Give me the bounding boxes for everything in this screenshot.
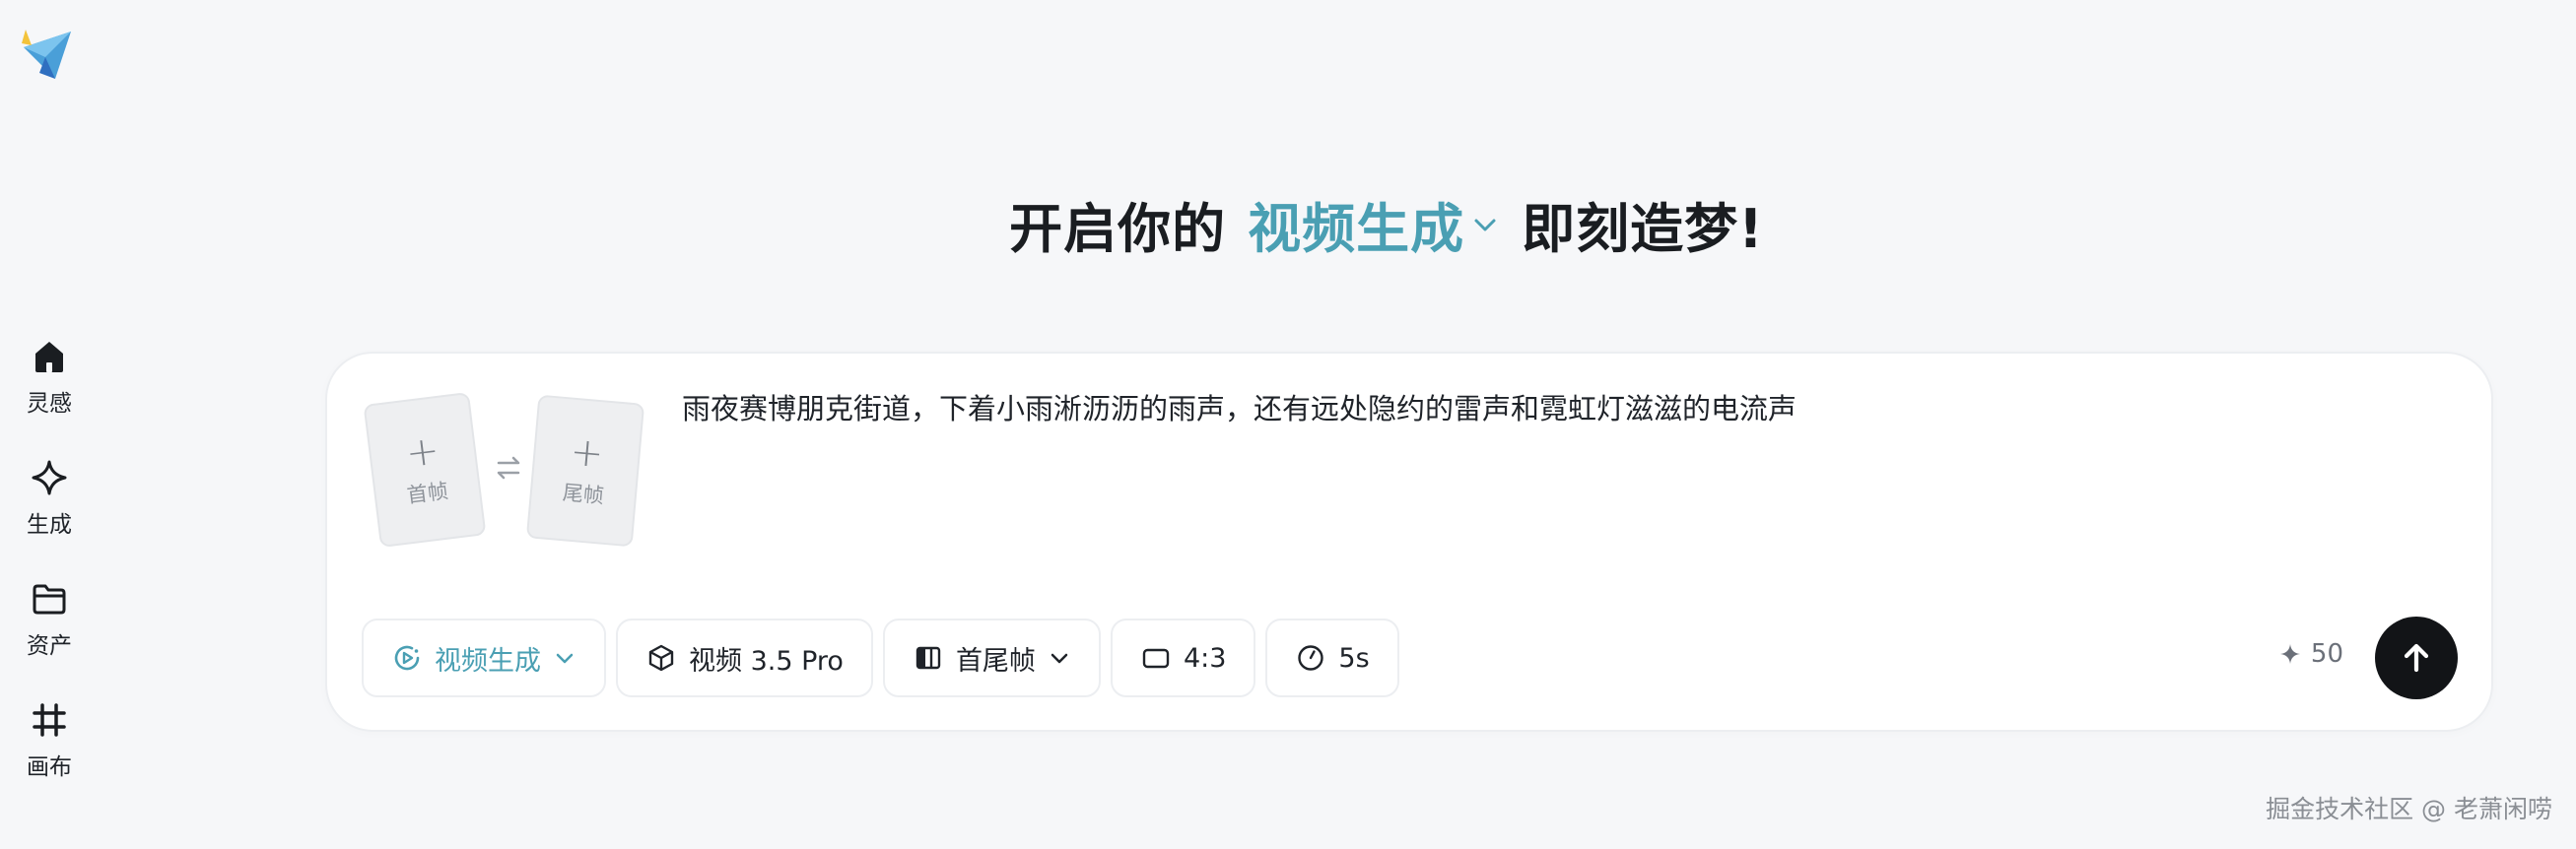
watermark: 掘金技术社区 @ 老萧闲唠: [2266, 795, 2552, 823]
sidebar-item-label: 资产: [27, 633, 72, 659]
mode-select[interactable]: 视频生成: [362, 619, 606, 697]
send-button[interactable]: [2375, 617, 2458, 699]
sidebar-item-inspiration[interactable]: 灵感: [8, 325, 91, 420]
aspect-ratio-icon: [1142, 648, 1170, 669]
home-icon: [35, 342, 63, 372]
generation-toolbar: 视频生成 视频 3.5 Pro 首尾帧 4:3 5s: [362, 619, 1399, 697]
swap-icon[interactable]: [493, 452, 524, 484]
frames-icon: [915, 646, 941, 670]
heading-mode-label: 视频生成: [1248, 198, 1465, 260]
aspect-ratio-label: 4:3: [1183, 642, 1227, 674]
first-frame-label: 首帧: [405, 479, 450, 508]
sidebar-item-assets[interactable]: 资产: [8, 567, 91, 662]
mode-select-label: 视频生成: [435, 645, 541, 677]
sidebar: 灵感 生成 资产 画布: [0, 0, 99, 849]
model-select[interactable]: 视频 3.5 Pro: [616, 619, 873, 697]
model-select-label: 视频 3.5 Pro: [689, 645, 844, 677]
sidebar-item-label: 画布: [27, 754, 72, 780]
prompt-input[interactable]: 雨夜赛博朋克街道，下着小雨淅沥沥的雨声，还有远处隐约的雷声和霓虹灯滋滋的电流声: [682, 389, 2436, 428]
sidebar-item-canvas[interactable]: 画布: [8, 688, 91, 783]
sparkle-icon: [2279, 644, 2300, 664]
arrow-up-icon: [2404, 643, 2429, 673]
heading-mode-dropdown[interactable]: 视频生成: [1248, 185, 1500, 263]
sparkle-icon: [32, 460, 67, 495]
page-heading: 开启你的 视频生成 即刻造梦!: [0, 185, 2576, 263]
plus-icon: +: [403, 427, 442, 478]
chevron-down-icon: [556, 653, 574, 664]
canvas-icon: [33, 703, 66, 737]
sidebar-item-label: 生成: [27, 512, 72, 538]
last-frame-label: 尾帧: [561, 481, 605, 508]
video-play-icon: [394, 645, 420, 671]
credits-value: 50: [2310, 639, 2343, 669]
plus-icon: +: [568, 428, 606, 478]
app-root: 灵感 生成 资产 画布 开启你的 视频生成 即刻造梦! + 首帧 + 尾帧 雨夜…: [0, 0, 2576, 849]
heading-prefix: 开启你的: [1009, 198, 1227, 260]
timer-icon: [1298, 645, 1324, 671]
sidebar-item-label: 灵感: [27, 391, 72, 417]
last-frame-upload[interactable]: + 尾帧: [525, 394, 645, 548]
cube-icon: [648, 644, 674, 672]
credits-cost: 50: [2279, 639, 2343, 669]
prompt-card: + 首帧 + 尾帧 雨夜赛博朋克街道，下着小雨淅沥沥的雨声，还有远处隐约的雷声和…: [325, 352, 2493, 732]
first-frame-upload[interactable]: + 首帧: [363, 391, 487, 549]
chevron-down-icon: [1474, 219, 1496, 230]
frame-mode-label: 首尾帧: [955, 645, 1036, 677]
chevron-down-icon: [1051, 653, 1068, 664]
aspect-ratio-select[interactable]: 4:3: [1110, 619, 1256, 697]
app-logo[interactable]: [16, 26, 75, 87]
duration-select[interactable]: 5s: [1265, 619, 1399, 697]
duration-label: 5s: [1338, 642, 1370, 674]
folder-icon: [33, 584, 66, 615]
heading-suffix: 即刻造梦!: [1522, 198, 1764, 260]
sidebar-item-generate[interactable]: 生成: [8, 446, 91, 541]
frame-mode-select[interactable]: 首尾帧: [882, 619, 1101, 697]
